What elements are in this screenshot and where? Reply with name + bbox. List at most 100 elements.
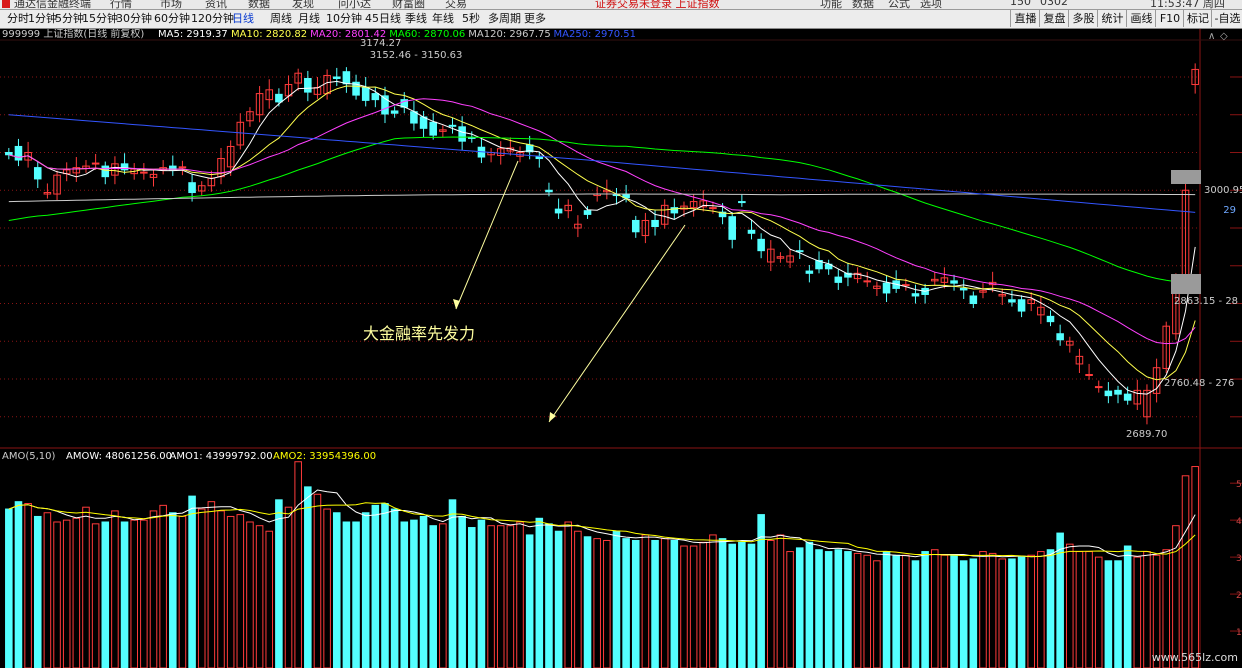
top-menu-item[interactable]: 0302 [1040,0,1068,8]
candle [332,76,341,79]
top-menu-item[interactable]: 市场 [160,0,182,9]
candle [1094,386,1103,389]
period-tab[interactable]: 1分钟 [28,11,57,27]
period-tab[interactable]: 5秒 [462,11,480,27]
amo-bar [805,541,814,668]
amo-bar [342,521,351,668]
top-menu-item[interactable]: 交易 [445,0,467,9]
top-menu-item[interactable]: 行情 [110,0,132,9]
top-menu-item[interactable]: 财富圈 [392,0,425,9]
top-menu-item[interactable]: 11:53:47 周四 [1150,0,1225,9]
price-annotation: 3000.95 [1204,185,1242,196]
amo-bar [496,525,505,668]
right-axis-label: 29 [1223,205,1236,216]
candle [950,280,958,284]
kline-chart[interactable]: 999999 上证指数(日线 前复权) MA5: 2919.37 MA10: 282… [0,29,1242,668]
period-tab[interactable]: 5分钟 [55,11,84,27]
amo-bar [506,525,515,668]
period-tab[interactable]: 年线 [432,11,454,27]
period-tab[interactable]: 15分钟 [82,11,118,27]
period-tab[interactable]: 季线 [405,11,427,27]
candle [1114,389,1122,395]
candle [805,270,814,274]
scroll-up-icon: ∧ [1208,31,1215,42]
amo-bar [410,519,418,668]
top-menu-item[interactable]: 证券交易未登录 上证指数 [595,0,720,9]
amo-bar [361,512,370,668]
amo-bar [294,461,302,668]
candle [1123,393,1132,401]
top-menu-item[interactable]: 数据 [852,0,874,9]
amo-bar [1094,556,1103,668]
top-menu-item[interactable]: 数据 [248,0,270,9]
amo-bar [892,554,900,668]
top-menu-item[interactable]: 发现 [292,0,314,9]
top-menu-item[interactable]: 150 [1010,0,1031,8]
amo-bar [332,512,341,668]
amo-bar [1085,551,1093,668]
price-range-box [1171,274,1201,294]
toolbar-button[interactable]: 标记 [1183,10,1212,27]
amo-bar [53,521,61,668]
candle [834,276,843,283]
amo-bar [323,508,331,668]
toolbar-button[interactable]: -自选 [1211,10,1242,27]
period-tab[interactable]: 更多 [524,11,546,27]
toolbar-button[interactable]: F10 [1155,10,1184,27]
settings-icon: ◇ [1220,31,1228,42]
amo-bar [554,530,563,668]
indicator-label: MA5: 2919.37 [158,29,228,40]
candle [747,229,756,234]
amo-bar [33,515,42,668]
period-tab[interactable]: 多周期 [488,11,521,27]
amo-bar [82,506,90,668]
candle [1017,299,1026,312]
amo-bar [689,545,698,668]
amo-bar [275,499,283,668]
amo-bar [1008,558,1016,668]
period-tab[interactable]: 分时 [7,11,29,27]
amo-title: AMO(5,10) [2,451,56,462]
amo-bar [564,521,573,668]
period-tab[interactable]: 60分钟 [154,11,190,27]
amo-bar [178,515,187,668]
top-menu-item[interactable]: 功能 [820,0,842,9]
amo-bar [853,552,862,668]
top-menu-item[interactable]: 资讯 [205,0,227,9]
top-menu-item[interactable]: 通达信金融终端 [14,0,91,9]
toolbar-button[interactable]: 多股 [1068,10,1098,27]
amo-axis-label: 4 [1236,517,1242,527]
amo-bar [5,508,13,668]
period-tab[interactable]: 10分钟 [326,11,362,27]
period-tab[interactable]: 月线 [298,11,320,27]
ma10-line [8,85,1196,381]
candle [390,110,399,114]
period-tab[interactable]: 30分钟 [116,11,152,27]
top-menu-item[interactable]: 问小达 [338,0,371,9]
amo-bar [718,538,727,668]
amo-bar [873,560,881,668]
text-annotation: 大金融率先发力 [363,324,475,343]
candle [1008,299,1016,303]
candle [911,293,920,297]
period-tab[interactable]: 45日线 [365,11,401,27]
amo-bar [246,521,254,668]
toolbar-button[interactable]: 画线 [1126,10,1156,27]
toolbar-button[interactable]: 直播 [1010,10,1040,27]
period-tab[interactable]: 周线 [270,11,292,27]
period-tab[interactable]: 120分钟 [191,11,234,27]
price-annotation: 2689.70 [1126,429,1167,440]
amo-bar [1037,551,1045,668]
period-tab[interactable]: 日线 [232,11,254,27]
amo-bar [516,521,524,668]
amo-axis-label: 3 [1236,554,1242,564]
amo-bar [313,493,322,668]
candle [410,111,418,124]
toolbar-button[interactable]: 统计 [1097,10,1127,27]
top-menu-item[interactable]: 选项 [920,0,942,9]
amo-bar [1017,556,1026,668]
top-menu-item[interactable]: 公式 [888,0,910,9]
amo-bar [352,521,360,668]
toolbar-button[interactable]: 复盘 [1039,10,1069,27]
amo-bar [207,501,216,668]
